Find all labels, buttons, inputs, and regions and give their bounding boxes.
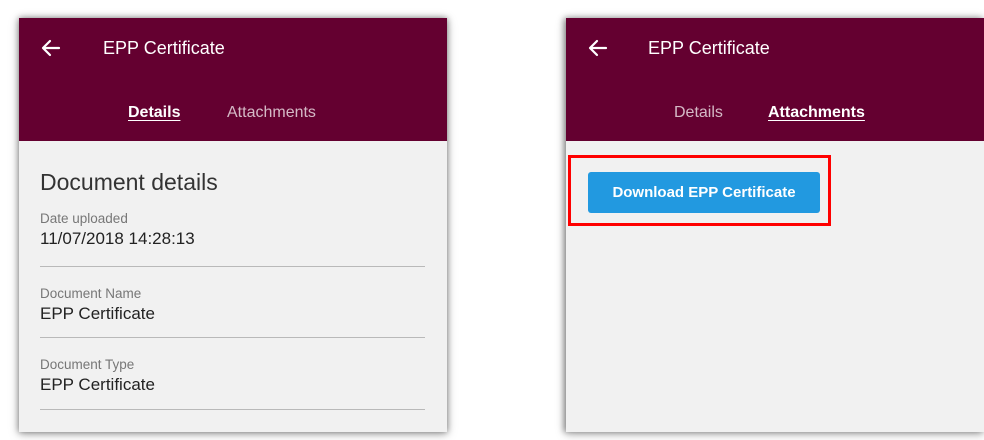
download-certificate-button[interactable]: Download EPP Certificate: [588, 172, 820, 213]
app-bar: EPP Certificate Details Attachments: [19, 18, 447, 141]
field-value: 11/07/2018 14:28:13: [40, 229, 195, 248]
date-uploaded-field: Date uploaded 11/07/2018 14:28:13: [40, 211, 425, 267]
tab-details[interactable]: Details: [674, 104, 723, 122]
back-arrow-icon[interactable]: [586, 36, 610, 60]
section-heading: Document details: [40, 169, 218, 195]
field-value: EPP Certificate: [40, 304, 155, 323]
tab-details[interactable]: Details: [128, 104, 180, 122]
page-title: EPP Certificate: [103, 38, 225, 58]
field-label: Document Type: [40, 357, 135, 372]
field-value: EPP Certificate: [40, 375, 155, 394]
document-type-field: Document Type EPP Certificate: [40, 357, 425, 410]
back-arrow-icon[interactable]: [39, 36, 63, 60]
page-title: EPP Certificate: [648, 38, 770, 58]
tab-attachments[interactable]: Attachments: [227, 104, 316, 122]
app-bar: EPP Certificate Details Attachments: [566, 18, 984, 141]
document-name-field: Document Name EPP Certificate: [40, 286, 425, 338]
details-content: Document details Date uploaded 11/07/201…: [19, 141, 447, 432]
details-screen: EPP Certificate Details Attachments Docu…: [19, 18, 447, 432]
field-label: Date uploaded: [40, 211, 128, 226]
tab-attachments[interactable]: Attachments: [768, 104, 865, 122]
attachments-screen: EPP Certificate Details Attachments Down…: [566, 18, 984, 432]
field-label: Document Name: [40, 286, 142, 301]
attachments-content: Download EPP Certificate: [566, 141, 984, 432]
